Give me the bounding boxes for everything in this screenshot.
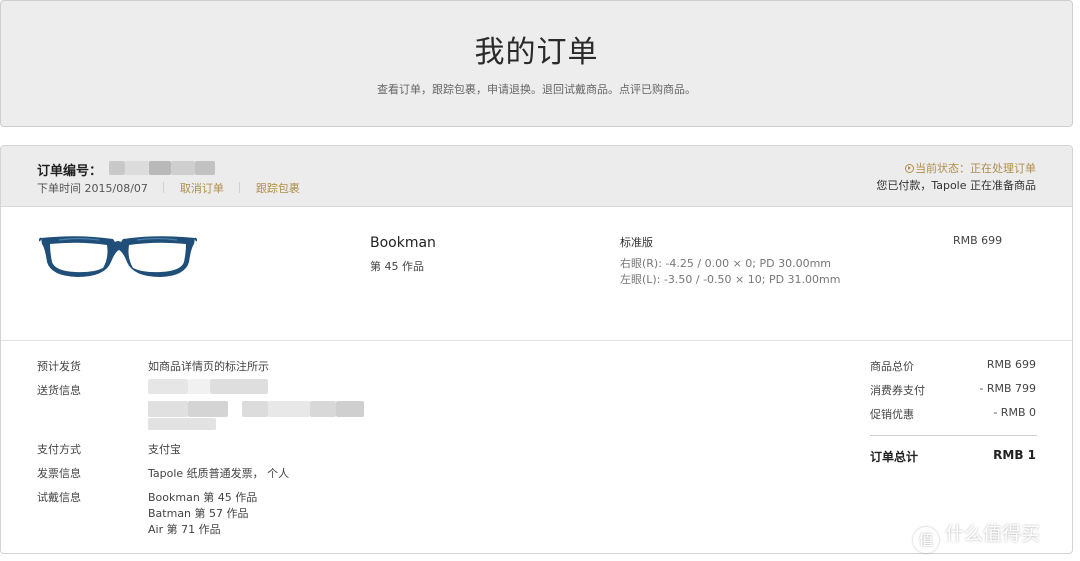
trial-item: Bookman 第 45 作品 [148,491,258,504]
page-header: 我的订单 查看订单，跟踪包裹，申请退换。退回试戴商品。点评已购商品。 [0,0,1073,127]
redaction-block [242,401,268,417]
page-title: 我的订单 [474,35,599,70]
redaction-block [195,161,215,175]
trial-info-label: 试戴信息 [37,491,81,504]
order-status-description: 您已付款，Tapole 正在准备商品 [876,179,1036,192]
order-meta: 下单时间 2015/08/07 取消订单 跟踪包裹 [37,180,300,196]
watermark-text: 什么值得买 [945,523,1041,545]
trial-item: Batman 第 57 作品 [148,507,249,520]
zhi-logo-icon: 值 [913,527,939,553]
item-price: RMB 699 [953,234,1003,247]
prescription-right-eye: 右眼(R): -4.25 / 0.00 × 0; PD 30.00mm [620,257,832,270]
shipping-estimate-value: 如商品详情页的标注所示 [148,360,269,373]
redaction-block [188,401,228,417]
site-watermark: 值什么值得买 [913,519,1040,553]
page-subtitle: 查看订单，跟踪包裹，申请退换。退回试戴商品。点评已购商品。 [377,83,696,96]
shipping-estimate-label: 预计发货 [37,360,81,373]
order-item: Bookman 第 45 作品 标准版 右眼(R): -4.25 / 0.00 … [1,207,1072,341]
coupon-value: - RMB 799 [979,382,1036,395]
eyeglasses-image [39,236,197,277]
redaction-block [148,418,216,430]
product-series: 第 45 作品 [370,260,424,273]
redaction-block [149,161,171,175]
order-status-text: 当前状态：正在处理订单 [915,162,1036,175]
play-circle-icon [905,164,914,173]
payment-method-label: 支付方式 [37,443,81,456]
redaction-block [171,161,195,175]
product-variant: 标准版 [620,236,653,249]
redaction-block [148,379,188,394]
prescription-left-eye: 左眼(L): -3.50 / -0.50 × 10; PD 31.00mm [620,273,841,286]
delivery-info-label: 送货信息 [37,384,81,397]
divider [163,182,165,193]
divider [239,182,241,193]
order-number-label: 订单编号： [37,164,103,179]
order-status: 当前状态：正在处理订单 [905,160,1036,176]
redaction-block [109,161,125,175]
redaction-block [188,379,210,394]
subtotal-label: 商品总价 [870,360,914,373]
divider [870,435,1037,436]
order-header: 订单编号： 下单时间 2015/08/07 取消订单 跟踪包裹 当前状态：正在处… [1,146,1072,207]
order-total-label: 订单总计 [870,450,919,464]
redaction-block [268,401,310,417]
subtotal-value: RMB 699 [986,358,1036,371]
product-name[interactable]: Bookman [370,235,436,251]
order-time: 下单时间 2015/08/07 [37,182,148,195]
promotion-label: 促销优惠 [870,408,914,421]
order-total-value: RMB 1 [993,448,1036,462]
invoice-info-value: Tapole 纸质普通发票， 个人 [148,467,290,480]
track-package-link[interactable]: 跟踪包裹 [256,182,300,195]
payment-method-value: 支付宝 [148,443,181,456]
coupon-label: 消费券支付 [870,384,925,397]
invoice-info-label: 发票信息 [37,467,81,480]
redaction-block [210,379,268,394]
trial-item: Air 第 71 作品 [148,523,221,536]
cancel-order-link[interactable]: 取消订单 [180,182,224,195]
redaction-block [336,401,364,417]
promotion-value: - RMB 0 [993,406,1036,419]
redaction-block [125,161,149,175]
order-card: 订单编号： 下单时间 2015/08/07 取消订单 跟踪包裹 当前状态：正在处… [0,145,1073,554]
redaction-block [148,401,188,417]
redaction-block [310,401,336,417]
